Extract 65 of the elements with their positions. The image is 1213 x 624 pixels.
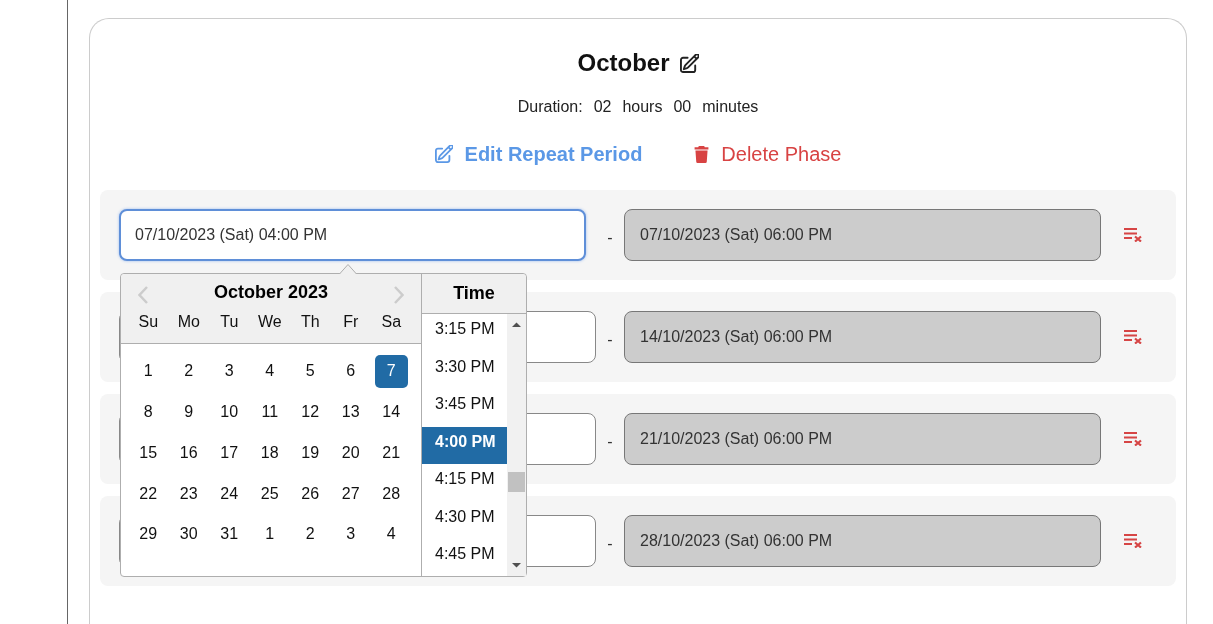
calendar-day[interactable]: 9 (172, 395, 206, 429)
edit-icon (434, 145, 453, 163)
calendar-day[interactable]: 6 (334, 354, 368, 388)
calendar-day[interactable]: 18 (253, 436, 287, 470)
list-remove-icon[interactable] (1124, 228, 1142, 242)
calendar-day[interactable]: 22 (131, 477, 165, 511)
calendar-day[interactable]: 14 (374, 395, 408, 429)
duration-label: Duration: (517, 97, 583, 117)
calendar-day[interactable]: 26 (293, 477, 327, 511)
calendar-day[interactable]: 1 (253, 517, 287, 551)
scrollbar[interactable] (507, 314, 526, 576)
list-remove-icon[interactable] (1124, 330, 1142, 344)
calendar-day[interactable]: 27 (334, 477, 368, 511)
calendar-day[interactable]: 12 (293, 395, 327, 429)
calendar-day[interactable]: 5 (293, 354, 327, 388)
calendar-day[interactable]: 28 (374, 477, 408, 511)
calendar-day[interactable]: 4 (374, 517, 408, 551)
calendar-day[interactable]: 24 (212, 477, 246, 511)
calendar-day[interactable]: 3 (334, 517, 368, 551)
calendar-day[interactable]: 20 (334, 436, 368, 470)
calendar-day[interactable]: 17 (212, 436, 246, 470)
duration-minutes: 00 (673, 97, 692, 117)
calendar-day[interactable]: 31 (212, 517, 246, 551)
calendar-day[interactable]: 30 (172, 517, 206, 551)
weekday-label: Su (138, 312, 159, 332)
range-separator: - (607, 432, 613, 452)
edit-icon[interactable] (679, 53, 699, 73)
calendar-day[interactable]: 2 (293, 517, 327, 551)
duration-hours-unit: hours (622, 97, 663, 117)
range-separator: - (607, 330, 613, 350)
time-option[interactable]: 4:00 PM (422, 426, 507, 464)
calendar-day[interactable]: 11 (253, 395, 287, 429)
calendar-day[interactable]: 7 (374, 354, 408, 388)
start-date-field[interactable]: 07/10/2023 (Sat) 04:00 PM (119, 209, 586, 261)
calendar-day[interactable]: 16 (172, 436, 206, 470)
calendar-day[interactable]: 2 (172, 354, 206, 388)
calendar-day[interactable]: 13 (334, 395, 368, 429)
weekday-label: Fr (343, 312, 359, 332)
calendar-day[interactable]: 3 (212, 354, 246, 388)
weekday-label: We (257, 312, 282, 332)
list-remove-icon[interactable] (1124, 432, 1142, 446)
phase-title: October (577, 48, 670, 78)
month-label: October 2023 (213, 281, 329, 303)
weekday-label: Th (300, 312, 320, 332)
calendar-day[interactable]: 10 (212, 395, 246, 429)
calendar-day[interactable]: 25 (253, 477, 287, 511)
calendar-day[interactable]: 21 (374, 436, 408, 470)
duration-hours: 02 (593, 97, 612, 117)
weekday-label: Sa (381, 312, 402, 332)
calendar-day[interactable]: 29 (131, 517, 165, 551)
range-separator: - (607, 534, 613, 554)
calendar-day[interactable]: 23 (172, 477, 206, 511)
weekday-label: Tu (220, 312, 239, 332)
duration-minutes-unit: minutes (702, 97, 759, 117)
range-separator: - (607, 228, 613, 248)
calendar-day[interactable]: 4 (253, 354, 287, 388)
calendar-day[interactable]: 19 (293, 436, 327, 470)
trash-icon (694, 145, 710, 163)
delete-phase-button[interactable]: Delete Phase (694, 140, 842, 168)
weekday-label: Mo (177, 312, 200, 332)
calendar-day[interactable]: 8 (131, 395, 165, 429)
calendar-day[interactable]: 15 (131, 436, 165, 470)
calendar-day[interactable]: 1 (131, 354, 165, 388)
list-remove-icon[interactable] (1124, 534, 1142, 548)
time-column-header: Time (422, 274, 526, 314)
